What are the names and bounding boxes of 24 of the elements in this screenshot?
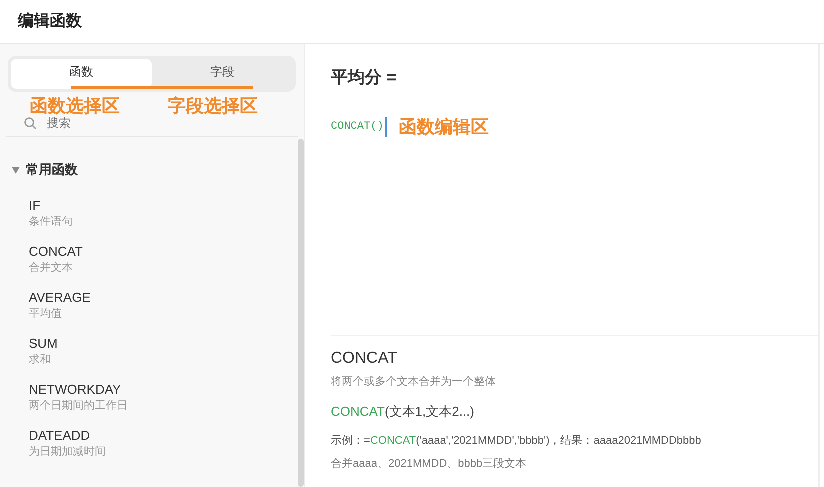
text-cursor bbox=[384, 117, 387, 137]
scrollbar[interactable] bbox=[298, 139, 304, 487]
function-item[interactable]: CONCAT 合并文本 bbox=[0, 243, 298, 277]
example-text: 示例：=CONCAT('aaaa','2021MMDD','bbbb')，结果：aaaa2021MMDDbbbb bbox=[331, 434, 702, 448]
function-name: CONCAT bbox=[331, 350, 398, 368]
annotation-label: 函数选择区 bbox=[30, 96, 120, 116]
function-syntax: CONCAT(文本1,文本2...) bbox=[331, 403, 476, 421]
field-label: 平均分 = bbox=[331, 67, 398, 89]
tab[interactable]: 函数 bbox=[11, 59, 152, 89]
function-item[interactable]: SUM 求和 bbox=[0, 335, 298, 369]
annotation-label: 函数编辑区 bbox=[398, 117, 489, 137]
example-note: 合并aaaa、2021MMDD、bbbb三段文本 bbox=[331, 456, 528, 471]
search-field[interactable]: 搜索 bbox=[47, 116, 247, 130]
function-description: 将两个或多个文本合并为一个整体 bbox=[331, 374, 497, 389]
triangle-icon bbox=[12, 166, 20, 174]
tab[interactable]: 字段 bbox=[152, 59, 293, 89]
function-item[interactable]: NETWORKDAY 两个日期间的工作日 bbox=[0, 381, 298, 415]
function-item[interactable]: DATEADD 为日期加减时间 bbox=[0, 427, 298, 461]
window-title: 编辑函数 bbox=[18, 11, 82, 32]
function-item[interactable]: AVERAGE 平均值 bbox=[0, 289, 298, 323]
function-item[interactable]: IF 条件语句 bbox=[0, 197, 298, 231]
annotation-label: 字段选择区 bbox=[168, 96, 258, 116]
search-icon bbox=[24, 116, 37, 130]
group-header[interactable]: 常用函数 bbox=[0, 161, 298, 179]
